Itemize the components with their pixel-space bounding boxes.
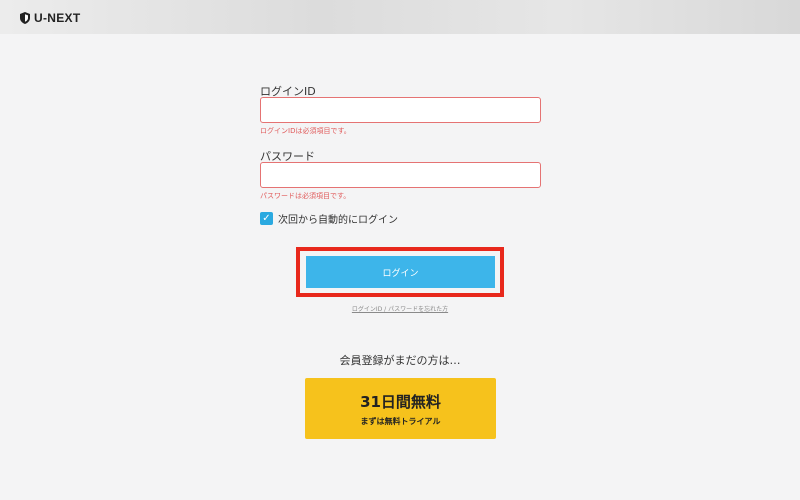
trial-main-label: 31日間無料 (360, 392, 441, 411)
signup-prompt: 会員登録がまだの方は… (339, 354, 461, 367)
login-id-input[interactable] (260, 97, 541, 123)
forgot-credentials-link[interactable]: ログインID / パスワードを忘れた方 (0, 304, 800, 313)
trial-sub-label: まずは無料トライアル (360, 416, 441, 426)
top-header: U-NEXT (0, 0, 800, 34)
logo-text: U-NEXT (34, 11, 81, 25)
free-trial-button[interactable]: 31日間無料 まずは無料トライアル (305, 378, 496, 439)
remember-me-toggle[interactable]: ✓ 次回から自動的にログイン (260, 210, 398, 226)
login-id-error: ログインIDは必須項目です。 (260, 127, 351, 135)
shield-logo-icon (20, 12, 30, 24)
remember-me-checkbox[interactable]: ✓ (260, 211, 273, 225)
login-button[interactable]: ログイン (306, 256, 495, 288)
password-input[interactable] (260, 162, 541, 188)
remember-me-label: 次回から自動的にログイン (278, 214, 398, 226)
logo[interactable]: U-NEXT (20, 10, 80, 26)
password-error: パスワードは必須項目です。 (260, 192, 351, 200)
